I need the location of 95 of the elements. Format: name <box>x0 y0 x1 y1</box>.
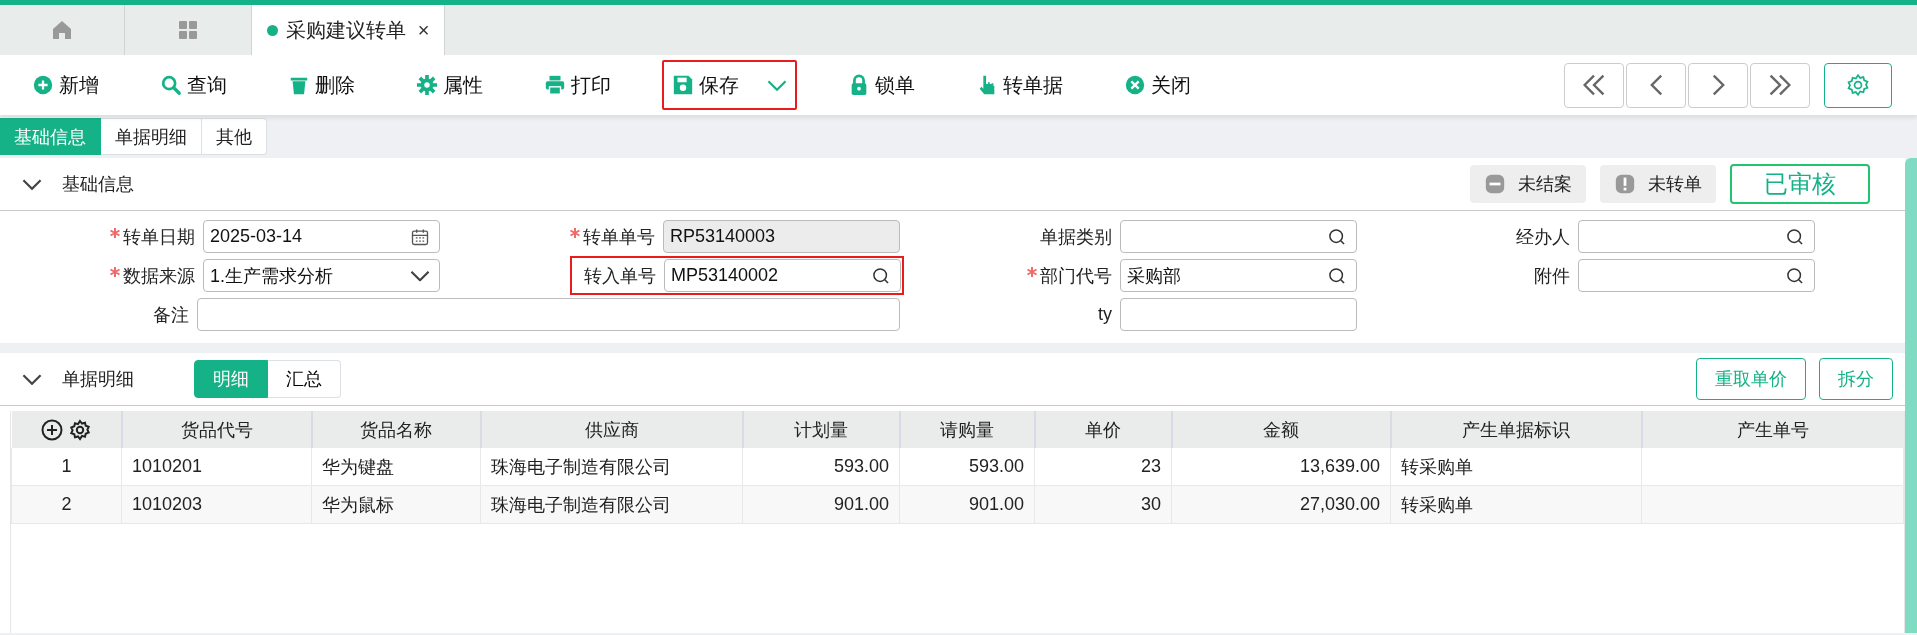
search-icon <box>1785 226 1805 247</box>
table-cell: 珠海电子制造有限公司 <box>480 485 743 524</box>
add-row-icon <box>40 417 64 442</box>
lookup-field[interactable] <box>1578 259 1815 292</box>
lookup-field[interactable]: MP53140002 <box>664 259 901 292</box>
toolbar-button[interactable]: 查询 <box>150 60 237 110</box>
close-icon <box>1124 74 1146 96</box>
lookup-field[interactable] <box>1120 220 1357 253</box>
date-field[interactable]: 2025-03-14 <box>203 220 440 253</box>
section-title: 单据明细 <box>62 368 135 391</box>
field-label: 数据来源 <box>123 264 195 288</box>
scrollbar[interactable] <box>1905 158 1917 633</box>
gear-icon <box>416 74 438 96</box>
text-field[interactable] <box>1120 298 1357 331</box>
field-label: 附件 <box>1534 264 1570 288</box>
plus-circle-icon <box>32 74 54 96</box>
table-cell: 转采购单 <box>1390 448 1642 486</box>
table-cell: 1010203 <box>121 485 312 524</box>
chevron-right-icon <box>1711 74 1725 96</box>
table-cell: 转采购单 <box>1390 485 1642 524</box>
field-label: ty <box>1098 304 1112 325</box>
lookup-field[interactable] <box>1578 220 1815 253</box>
table-cell: 珠海电子制造有限公司 <box>480 448 743 486</box>
table-cell: 华为键盘 <box>311 448 481 486</box>
lookup-field[interactable]: 采购部 <box>1120 259 1357 292</box>
first-icon <box>1583 74 1605 96</box>
toolbar-button[interactable]: 关闭 <box>1114 60 1201 110</box>
minus-icon <box>1484 173 1506 195</box>
field-label: 备注 <box>153 303 189 327</box>
toolbar-button[interactable]: 锁单 <box>838 60 925 110</box>
text-field[interactable] <box>197 298 900 331</box>
column-header[interactable]: 供应商 <box>480 411 743 448</box>
toolbar-button[interactable]: 属性 <box>406 60 493 110</box>
badge-label: 未转单 <box>1648 173 1702 196</box>
column-header[interactable]: 请购量 <box>899 411 1035 448</box>
table-cell: 30 <box>1034 485 1172 524</box>
readonly-field[interactable]: RP53140003 <box>663 220 900 253</box>
column-header[interactable]: 单价 <box>1034 411 1172 448</box>
settings-button[interactable] <box>1824 62 1892 108</box>
grid-icon <box>176 18 200 42</box>
section-tab[interactable]: 单据明细 <box>101 118 202 155</box>
column-header[interactable]: 计划量 <box>742 411 900 448</box>
section-title: 基础信息 <box>62 173 134 196</box>
table-cell: 27,030.00 <box>1171 485 1391 524</box>
search-icon <box>1327 265 1347 286</box>
toolbar-button[interactable]: 新增 <box>22 60 109 110</box>
search-icon <box>871 265 891 286</box>
row-number: 2 <box>11 485 122 524</box>
column-header[interactable]: 产生单据标识 <box>1390 411 1642 448</box>
previous-button[interactable] <box>1626 62 1686 108</box>
table-cell: 901.00 <box>899 485 1035 524</box>
first-page-button[interactable] <box>1564 62 1624 108</box>
dropdown-caret-icon <box>410 270 430 281</box>
toolbar-button[interactable]: 转单据 <box>966 60 1073 110</box>
section-tab[interactable]: 其他 <box>202 118 267 155</box>
exclamation-icon <box>1614 173 1636 195</box>
toolbar-button[interactable]: 打印 <box>534 60 621 110</box>
view-toggle[interactable]: 汇总 <box>268 360 341 398</box>
settings-icon <box>1845 72 1871 98</box>
status-dot <box>266 24 278 36</box>
table-cell: 13,639.00 <box>1171 448 1391 486</box>
document-tab[interactable]: 采购建议转单 <box>285 16 406 44</box>
search-icon <box>160 74 182 96</box>
badge-label: 未结案 <box>1518 173 1572 196</box>
field-label: 转入单号 <box>584 264 656 288</box>
column-header[interactable]: 货品名称 <box>311 411 481 448</box>
last-page-button[interactable] <box>1750 62 1810 108</box>
table-cell: 901.00 <box>742 485 900 524</box>
settings-icon <box>68 417 92 442</box>
field-label: 单据类别 <box>1040 225 1112 249</box>
chevron-left-icon <box>1649 74 1663 96</box>
field-label: 转单日期 <box>123 225 195 249</box>
table-cell: 23 <box>1034 448 1172 486</box>
search-icon <box>1785 265 1805 286</box>
table-cell: 1010201 <box>121 448 312 486</box>
search-icon <box>1327 226 1347 247</box>
tab-close-button[interactable]: × <box>417 18 430 42</box>
column-header[interactable]: 货品代号 <box>121 411 312 448</box>
table-cell: 华为鼠标 <box>311 485 481 524</box>
next-button[interactable] <box>1688 62 1748 108</box>
last-icon <box>1769 74 1791 96</box>
toolbar-button[interactable]: 保存 <box>662 60 797 110</box>
printer-icon <box>544 74 566 96</box>
field-label: 经办人 <box>1516 225 1570 249</box>
approval-stamp: 已审核 <box>1730 164 1870 204</box>
row-number: 1 <box>11 448 122 486</box>
home-icon <box>50 18 74 42</box>
dropdown-field[interactable]: 1.生产需求分析 <box>203 259 440 292</box>
table-cell: 593.00 <box>742 448 900 486</box>
field-label: 部门代号 <box>1040 264 1112 288</box>
column-header[interactable]: 金额 <box>1171 411 1391 448</box>
table-cell: 593.00 <box>899 448 1035 486</box>
column-header[interactable]: 产生单号 <box>1641 411 1904 448</box>
field-label: 转单单号 <box>583 225 655 249</box>
toolbar-button[interactable]: 删除 <box>278 60 365 110</box>
